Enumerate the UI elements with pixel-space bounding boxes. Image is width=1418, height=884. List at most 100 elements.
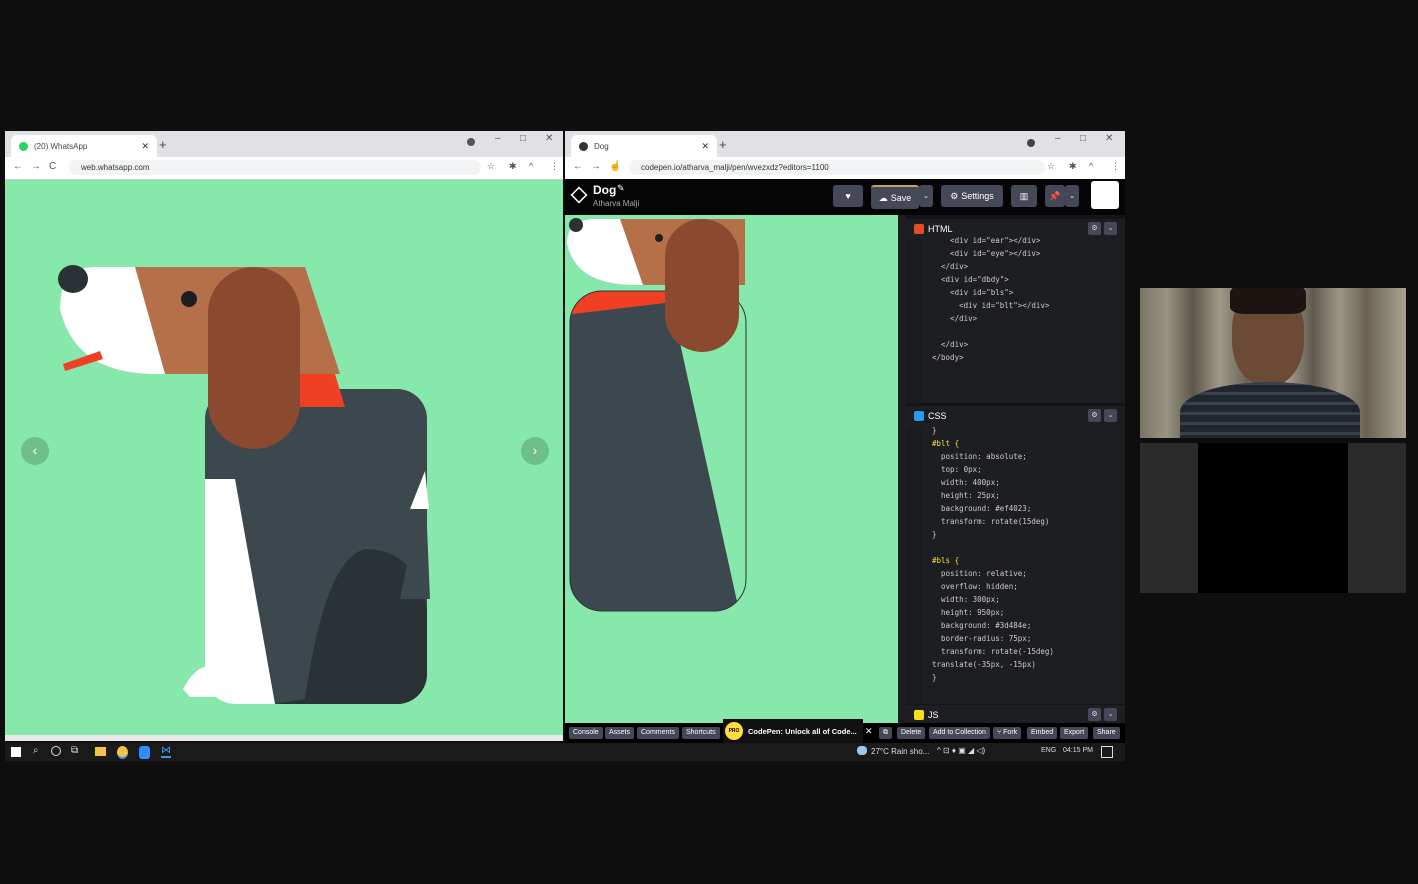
previous-image-button[interactable]: ‹ xyxy=(21,437,49,465)
code-line: </div> xyxy=(932,262,969,271)
close-promo-icon[interactable]: ✕ xyxy=(865,726,873,737)
code-line: position: relative; xyxy=(932,569,1027,578)
menu-icon[interactable]: ⋮ xyxy=(550,161,559,172)
chevron-up-icon[interactable]: ^ xyxy=(1089,161,1093,171)
clock[interactable]: 04:15 PM xyxy=(1063,747,1093,754)
shortcuts-button[interactable]: Shortcuts xyxy=(682,727,720,739)
share-button[interactable]: Share xyxy=(1093,727,1120,739)
new-tab-icon[interactable]: + xyxy=(719,137,727,152)
back-icon[interactable]: ← xyxy=(13,161,23,172)
next-image-button[interactable]: › xyxy=(521,437,549,465)
codepen-header: Dog ✎ Atharva Malji ♥ ☁ Save ⌄ ⚙ Setting… xyxy=(565,179,1125,215)
pin-button[interactable]: 📌 xyxy=(1045,185,1065,207)
menu-icon[interactable]: ⋮ xyxy=(1111,161,1120,172)
add-to-collection-button[interactable]: Add to Collection xyxy=(929,727,990,739)
tab-bar: (20) WhatsApp ✕ + – □ ✕ xyxy=(5,131,563,157)
html-collapse-icon[interactable]: ⌄ xyxy=(1104,222,1117,235)
html-code[interactable]: <div id="ear"></div> <div id="eye"></div… xyxy=(906,236,1125,403)
js-collapse-icon[interactable]: ⌄ xyxy=(1104,708,1117,721)
profile-icon[interactable] xyxy=(467,138,475,146)
close-tab-icon[interactable]: ✕ xyxy=(701,141,709,152)
line-number-column xyxy=(906,426,922,704)
close-window-icon[interactable]: ✕ xyxy=(1105,133,1113,144)
js-settings-icon[interactable]: ⚙ xyxy=(1088,708,1101,721)
url-field[interactable]: codepen.io/atharva_malji/pen/wvezxdz?edi… xyxy=(629,160,1045,175)
assets-button[interactable]: Assets xyxy=(605,727,635,739)
css-code[interactable]: } #blt { position: absolute; top: 0px; w… xyxy=(906,426,1125,704)
code-line: #bls { xyxy=(932,556,960,565)
embed-button[interactable]: Embed xyxy=(1027,727,1058,739)
forward-icon[interactable]: → xyxy=(591,161,601,172)
back-icon[interactable]: ← xyxy=(573,161,583,172)
delete-button[interactable]: Delete xyxy=(897,727,926,739)
js-label: JS xyxy=(928,710,939,720)
minimize-icon[interactable]: – xyxy=(495,133,501,144)
search-icon[interactable]: ⌕ xyxy=(33,745,39,756)
comments-button[interactable]: Comments xyxy=(637,727,679,739)
tab-dog[interactable]: Dog ✕ xyxy=(571,135,717,157)
file-explorer-icon[interactable] xyxy=(95,747,106,756)
dog-eye-preview xyxy=(655,234,663,242)
close-tab-icon[interactable]: ✕ xyxy=(141,141,149,152)
close-window-icon[interactable]: ✕ xyxy=(545,133,553,144)
url-text: codepen.io/atharva_malji/pen/wvezxdz?edi… xyxy=(641,163,829,172)
chevron-up-icon[interactable]: ^ xyxy=(529,161,533,171)
weather-text[interactable]: 27°C Rain sho... xyxy=(871,747,929,756)
console-button[interactable]: Console xyxy=(569,727,603,739)
reload-icon[interactable]: C xyxy=(49,161,56,172)
love-button[interactable]: ♥ xyxy=(833,185,863,207)
profile-icon[interactable] xyxy=(1027,139,1035,147)
whatsapp-browser-window: (20) WhatsApp ✕ + – □ ✕ ← → C web.whatsa… xyxy=(5,131,563,741)
maximize-icon[interactable]: □ xyxy=(1080,133,1086,144)
code-line: <div id="bls"> xyxy=(932,288,1014,297)
extensions-icon[interactable]: ✱ xyxy=(509,161,517,172)
star-icon[interactable]: ☆ xyxy=(1047,161,1055,172)
windows-start-icon[interactable] xyxy=(11,747,21,757)
cortana-icon[interactable] xyxy=(51,746,61,756)
webcam-video-tile xyxy=(1140,288,1406,438)
css-icon xyxy=(914,411,924,421)
code-line: width: 300px; xyxy=(932,595,1000,604)
url-text: web.whatsapp.com xyxy=(81,163,150,172)
html-settings-icon[interactable]: ⚙ xyxy=(1088,222,1101,235)
fork-button[interactable]: ⑂ Fork xyxy=(993,727,1022,739)
change-view-button[interactable]: ▥ xyxy=(1011,185,1037,207)
new-tab-icon[interactable]: + xyxy=(159,137,167,152)
pen-author[interactable]: Atharva Malji xyxy=(593,199,639,208)
chrome-icon[interactable] xyxy=(117,746,128,759)
external-view-icon[interactable]: ⧉ xyxy=(879,727,892,739)
edit-title-icon[interactable]: ✎ xyxy=(617,183,625,194)
tab-whatsapp[interactable]: (20) WhatsApp ✕ xyxy=(11,135,157,157)
save-dropdown-button[interactable]: ⌄ xyxy=(919,185,933,207)
code-line: } xyxy=(932,530,937,539)
language-indicator[interactable]: ENG xyxy=(1041,747,1056,754)
notifications-icon[interactable] xyxy=(1101,746,1113,758)
export-button[interactable]: Export xyxy=(1060,727,1089,739)
minimize-icon[interactable]: – xyxy=(1055,133,1061,144)
css-collapse-icon[interactable]: ⌄ xyxy=(1104,409,1117,422)
code-line: <div id="eye"></div> xyxy=(932,249,1041,258)
zoom-icon[interactable] xyxy=(139,746,150,759)
star-icon[interactable]: ☆ xyxy=(487,161,495,172)
vscode-icon[interactable]: ⋈ xyxy=(161,745,171,758)
pen-title[interactable]: Dog xyxy=(593,183,616,197)
tab-title: Dog xyxy=(594,141,609,151)
extensions-icon[interactable]: ✱ xyxy=(1069,161,1077,172)
maximize-icon[interactable]: □ xyxy=(520,133,526,144)
html-label: HTML xyxy=(928,224,953,234)
css-editor-header: CSS ⚙ ⌄ xyxy=(906,406,1125,426)
pin-dropdown-button[interactable]: ⌄ xyxy=(1065,185,1079,207)
css-settings-icon[interactable]: ⚙ xyxy=(1088,409,1101,422)
forward-icon[interactable]: → xyxy=(31,161,41,172)
promo-banner[interactable]: PRO CodePen: Unlock all of Code... xyxy=(723,719,863,743)
system-tray-icons[interactable]: ^ ⊡ ♦ ▣ ◢ ◁) xyxy=(937,746,985,755)
editors-column: HTML ⚙ ⌄ <div id="ear"></div> <div id="e… xyxy=(906,215,1125,727)
url-field[interactable]: web.whatsapp.com xyxy=(69,160,481,175)
save-button[interactable]: ☁ Save xyxy=(871,185,919,209)
task-view-icon[interactable]: ⧉ xyxy=(71,745,78,756)
avatar[interactable] xyxy=(1091,181,1119,209)
settings-button[interactable]: ⚙ Settings xyxy=(941,185,1003,207)
person-shirt xyxy=(1180,382,1360,438)
dog-illustration xyxy=(58,265,430,704)
codepen-logo-icon[interactable] xyxy=(570,186,588,204)
